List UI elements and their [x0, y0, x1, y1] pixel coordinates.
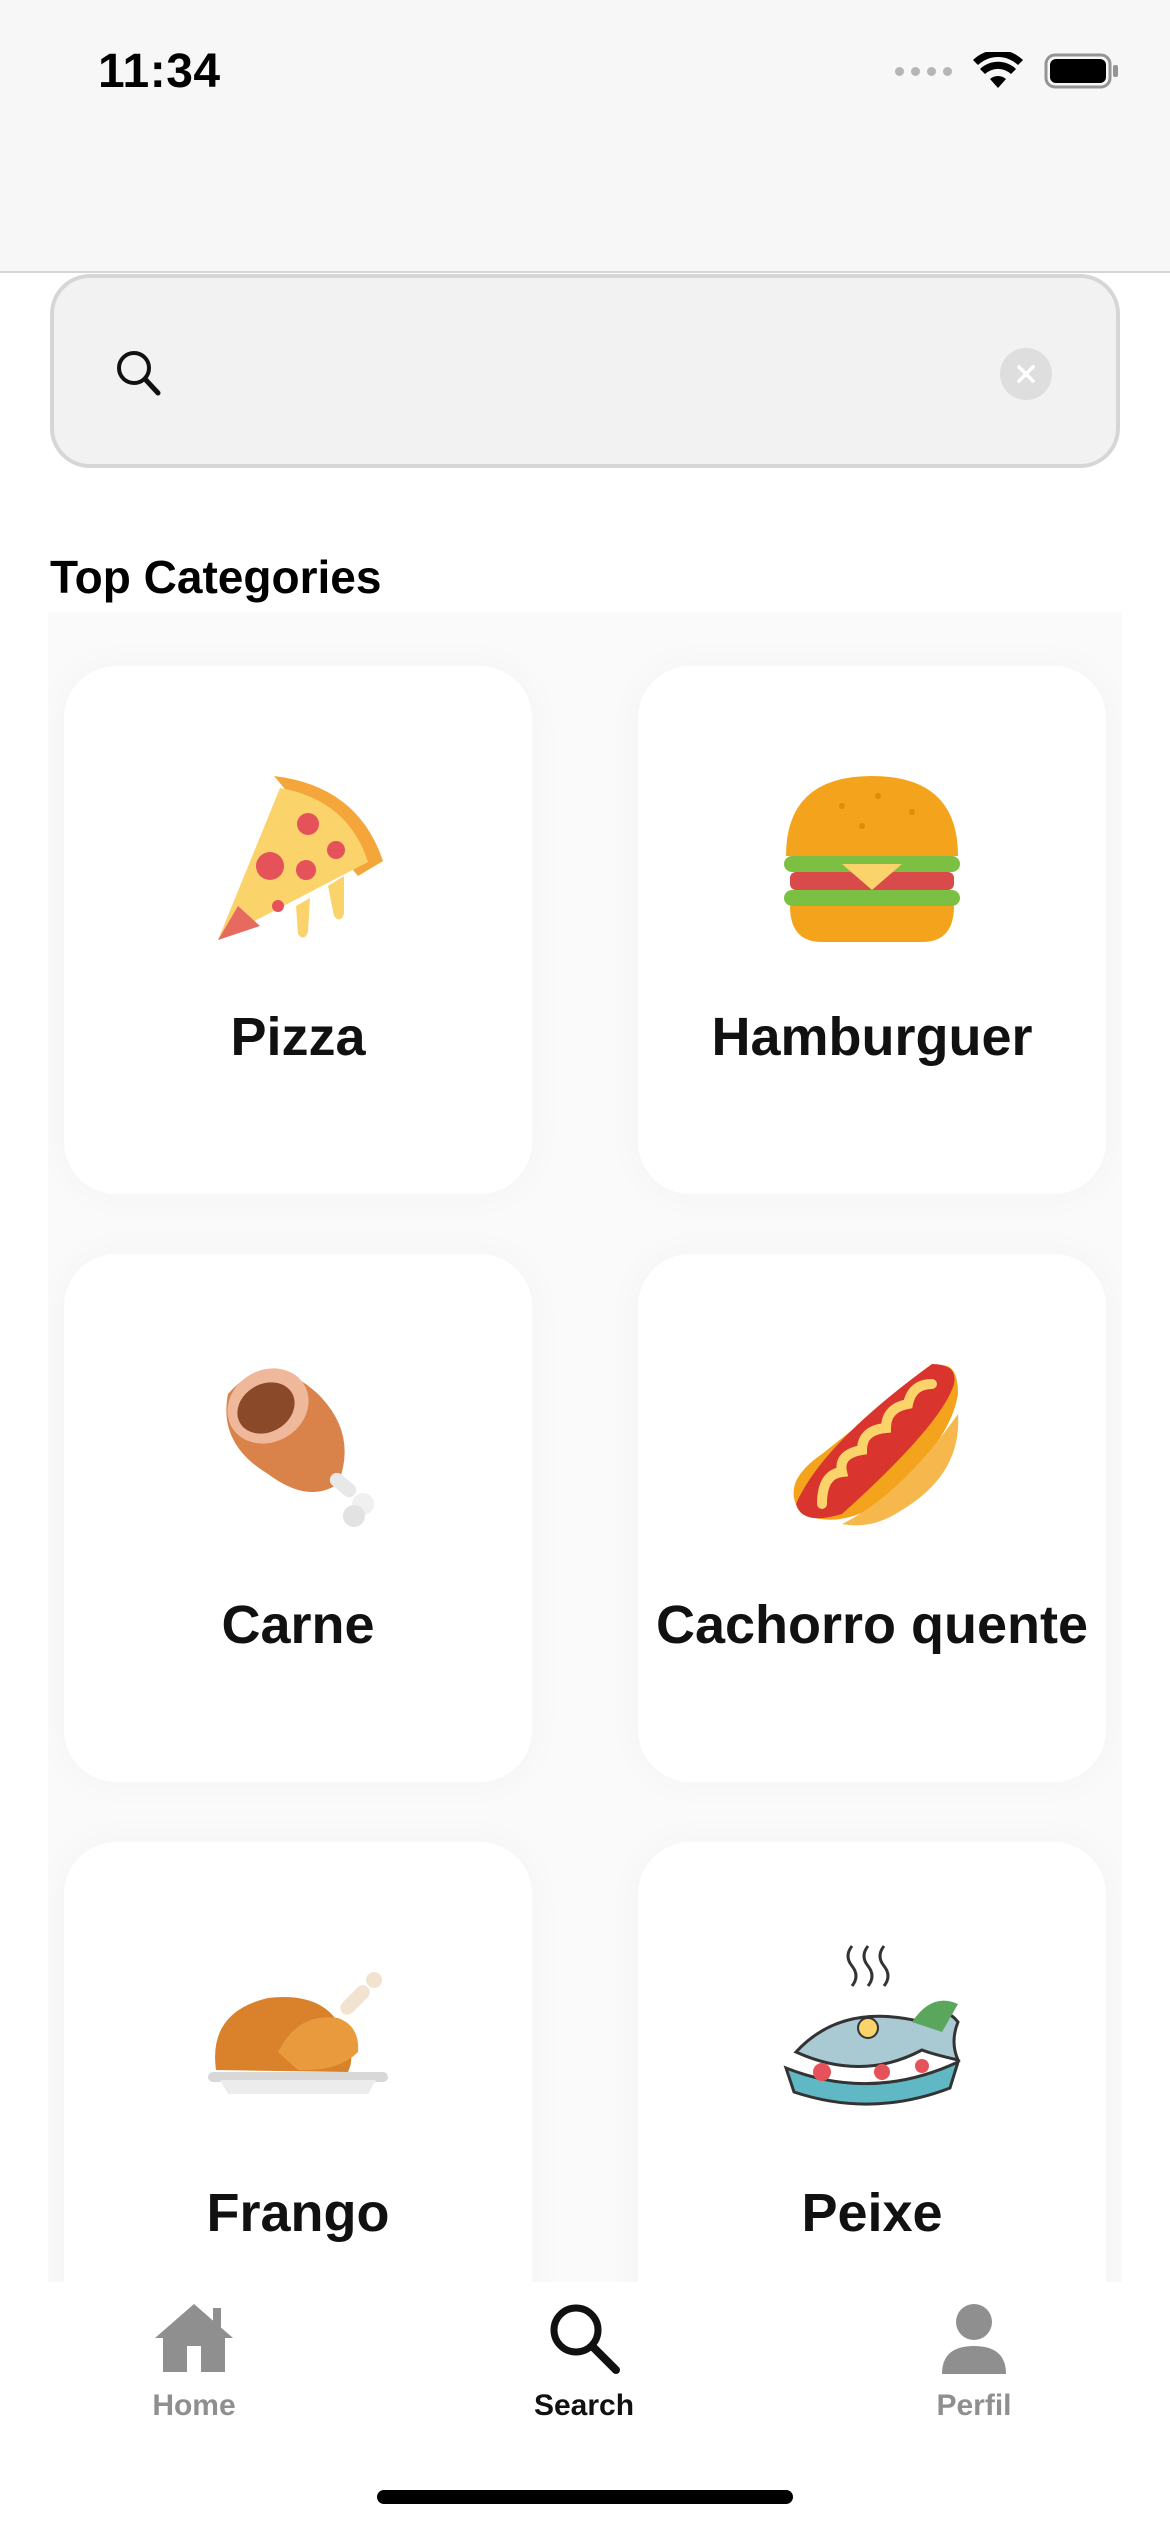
home-icon: [155, 2304, 233, 2372]
tab-label: Perfil: [936, 2389, 1012, 2422]
battery-icon: [1044, 53, 1118, 89]
category-label: Carne: [221, 1595, 375, 1655]
search-icon: [550, 2304, 620, 2374]
tab-home[interactable]: Home: [74, 2300, 314, 2423]
clear-search-button[interactable]: [1000, 348, 1052, 400]
category-label: Pizza: [230, 1007, 366, 1067]
search-input[interactable]: [194, 338, 994, 408]
meat-icon: [226, 1368, 374, 1527]
hotdog-icon: [793, 1364, 959, 1526]
tab-perfil[interactable]: Perfil: [854, 2300, 1094, 2423]
hamburger-icon: [784, 776, 960, 942]
status-header: 11:34: [0, 0, 1170, 273]
category-grid: Pizza Hamburguer Carne Cachorro quente F…: [48, 612, 1122, 2282]
search-icon: [117, 351, 161, 396]
search-bar[interactable]: [50, 274, 1120, 468]
category-card-hamburguer[interactable]: Hamburguer: [638, 666, 1106, 1194]
category-card-frango[interactable]: Frango: [64, 1842, 532, 2282]
category-card-carne[interactable]: Carne: [64, 1254, 532, 1782]
chicken-icon: [208, 1972, 388, 2094]
category-card-pizza[interactable]: Pizza: [64, 666, 532, 1194]
category-label: Cachorro quente: [655, 1595, 1089, 1655]
category-label: Peixe: [801, 2183, 943, 2243]
status-time: 11:34: [98, 45, 221, 98]
category-label: Hamburguer: [711, 1007, 1033, 1067]
tab-search[interactable]: Search: [464, 2300, 704, 2423]
section-title: Top Categories: [50, 551, 382, 603]
tab-label: Search: [533, 2389, 635, 2422]
pizza-icon: [218, 776, 383, 940]
cellular-signal-icon: [895, 66, 952, 76]
status-icons: [895, 52, 1120, 90]
wifi-icon: [973, 52, 1023, 88]
tab-label: Home: [152, 2389, 236, 2422]
category-card-cachorro-quente[interactable]: Cachorro quente: [638, 1254, 1106, 1782]
close-icon: [1017, 365, 1035, 383]
category-card-peixe[interactable]: Peixe: [638, 1842, 1106, 2282]
fish-icon: [783, 1945, 961, 2106]
home-indicator: [377, 2490, 793, 2504]
profile-icon: [942, 2304, 1006, 2374]
category-label: Frango: [206, 2183, 390, 2243]
